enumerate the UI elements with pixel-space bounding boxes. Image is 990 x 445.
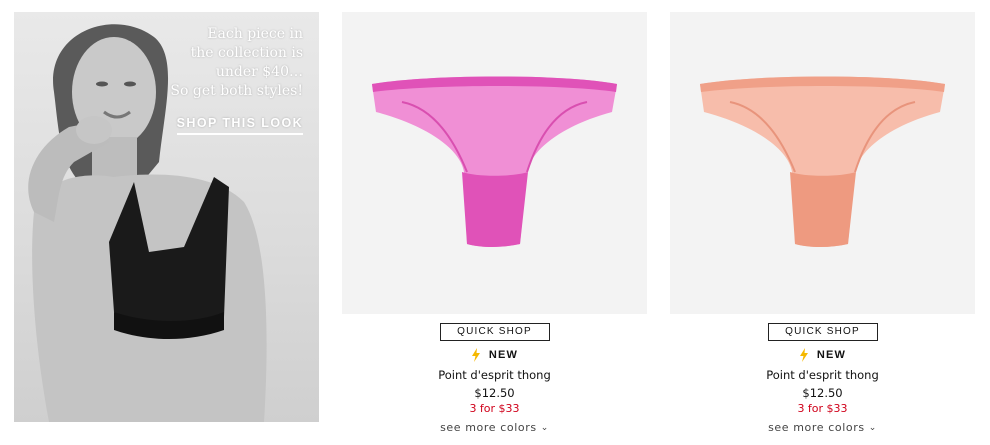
promo-line: under $40… — [215, 64, 303, 80]
promo-tile[interactable]: Each piece in the collection is under $4… — [14, 12, 319, 422]
see-more-colors-link[interactable]: see more colors ⌄ — [342, 421, 647, 434]
multi-buy-offer: 3 for $33 — [469, 402, 520, 415]
product-price: $12.50 — [802, 386, 843, 400]
see-more-colors-link[interactable]: see more colors ⌄ — [670, 421, 975, 434]
chevron-down-icon: ⌄ — [868, 423, 877, 433]
multi-buy-offer: 3 for $33 — [797, 402, 848, 415]
product-card: QUICK SHOP NEW Point d'esprit thong $12.… — [342, 12, 647, 434]
new-badge-label: NEW — [488, 349, 519, 361]
see-more-label: see more colors — [768, 421, 865, 434]
new-badge: NEW — [670, 347, 975, 363]
new-badge: NEW — [342, 347, 647, 363]
lightning-bolt-icon — [799, 348, 808, 362]
product-name[interactable]: Point d'esprit thong — [670, 368, 975, 382]
promo-headline: Each piece in the collection is under $4… — [123, 25, 303, 101]
promo-line: Each piece in — [207, 26, 303, 42]
product-image[interactable] — [342, 12, 647, 314]
chevron-down-icon: ⌄ — [540, 423, 549, 433]
quick-shop-button[interactable]: QUICK SHOP — [439, 323, 550, 341]
shop-this-look-link[interactable]: SHOP THIS LOOK — [176, 116, 303, 135]
quick-shop-button[interactable]: QUICK SHOP — [767, 323, 878, 341]
promo-line: the collection is — [190, 45, 303, 61]
product-card: QUICK SHOP NEW Point d'esprit thong $12.… — [670, 12, 975, 434]
lightning-bolt-icon — [471, 348, 480, 362]
product-name[interactable]: Point d'esprit thong — [342, 368, 647, 382]
product-image[interactable] — [670, 12, 975, 314]
see-more-label: see more colors — [440, 421, 537, 434]
product-price: $12.50 — [474, 386, 515, 400]
promo-line: So get both styles! — [170, 83, 303, 99]
new-badge-label: NEW — [816, 349, 847, 361]
